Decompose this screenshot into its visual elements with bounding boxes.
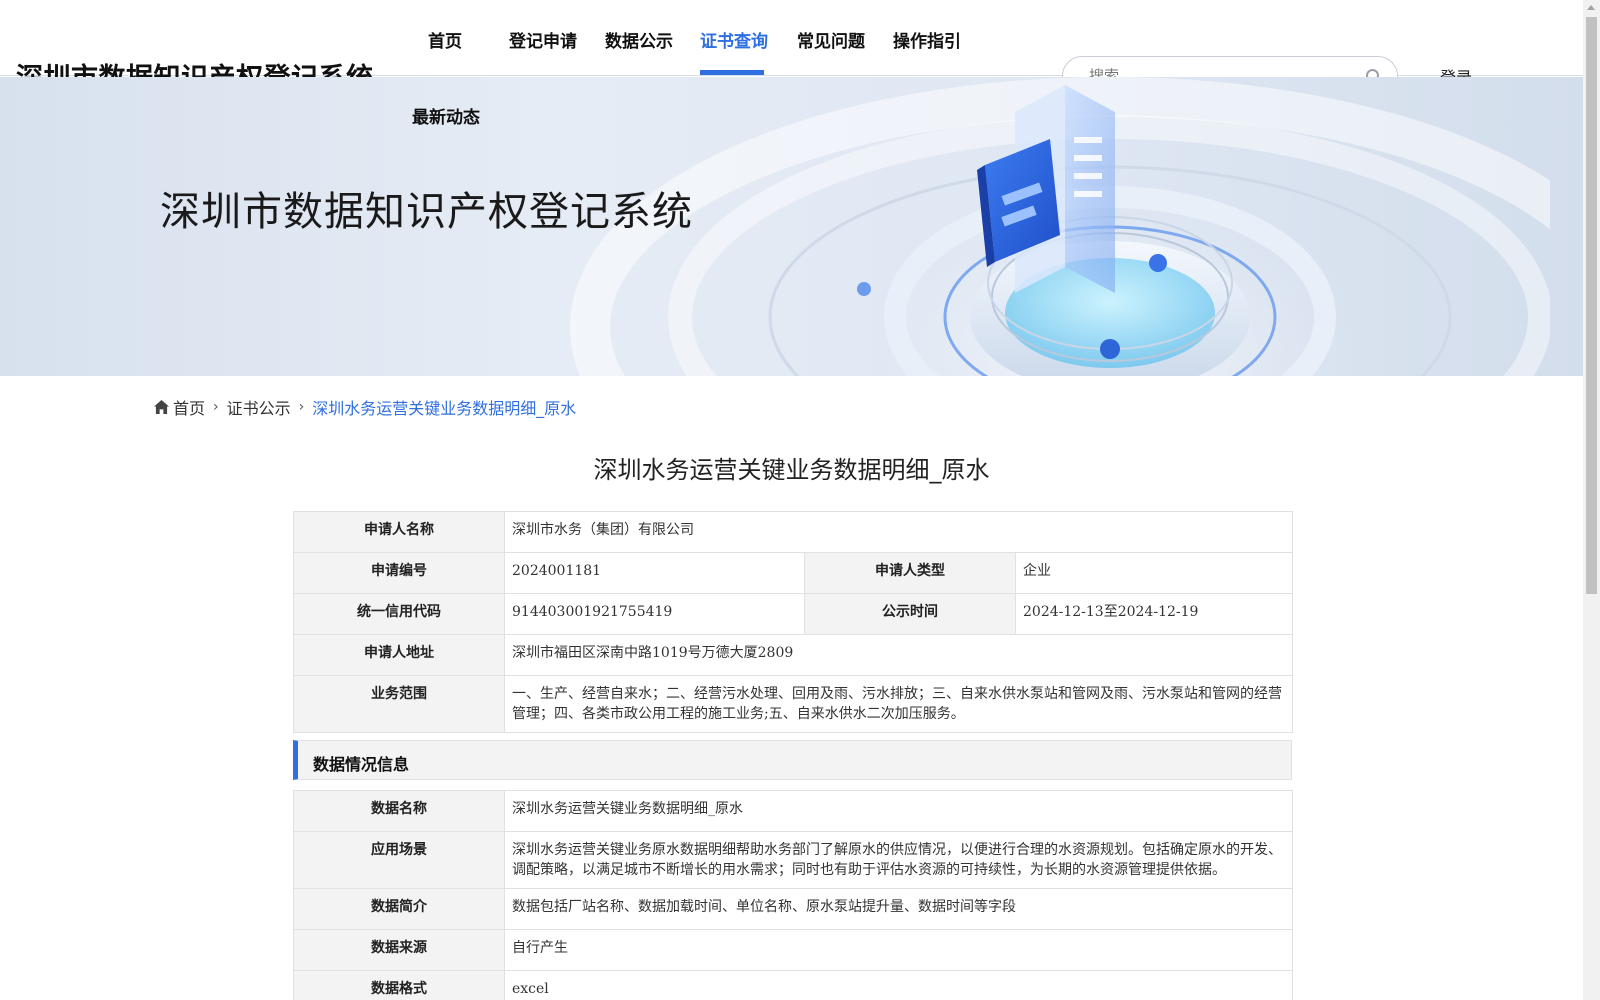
page-scrollbar[interactable]	[1583, 0, 1600, 1000]
data-name-value: 深圳水务运营关键业务数据明细_原水	[504, 790, 1293, 832]
application-number-label: 申请编号	[293, 552, 505, 594]
application-scenario-value: 深圳水务运营关键业务原水数据明细帮助水务部门了解原水的供应情况，以便进行合理的水…	[504, 831, 1293, 889]
page-title: 深圳水务运营关键业务数据明细_原水	[593, 456, 990, 484]
data-format-value: excel	[504, 970, 1293, 1000]
table-row: 数据来源 自行产生	[293, 929, 1293, 971]
nav-news[interactable]: 最新动态	[412, 103, 480, 128]
scroll-up-arrow-icon[interactable]	[1587, 5, 1595, 10]
table-row: 业务范围 一、生产、经营自来水；二、经营污水处理、回用及雨、污水排放；三、自来水…	[293, 675, 1294, 733]
data-format-label: 数据格式	[293, 970, 505, 1000]
breadcrumb-home[interactable]: 首页	[173, 395, 205, 419]
data-summary-label: 数据简介	[293, 888, 505, 930]
breadcrumb-certificate-publicity[interactable]: 证书公示	[227, 395, 291, 419]
table-row: 申请人地址 深圳市福田区深南中路1019号万德大厦2809	[293, 634, 1294, 676]
hero-banner: 深圳市数据知识产权登记系统	[0, 77, 1583, 376]
applicant-type-label: 申请人类型	[804, 552, 1016, 594]
credit-code-value: 914403001921755419	[504, 593, 805, 635]
application-number-value: 2024001181	[504, 552, 805, 594]
application-scenario-label: 应用场景	[293, 831, 505, 889]
applicant-type-value: 企业	[1014, 552, 1294, 594]
breadcrumb: 首页 › 证书公示 › 深圳水务运营关键业务数据明细_原水	[154, 395, 576, 419]
data-info-table: 数据名称 深圳水务运营关键业务数据明细_原水 应用场景 深圳水务运营关键业务原水…	[293, 790, 1293, 1000]
nav-active-indicator	[700, 70, 764, 75]
data-source-value: 自行产生	[504, 929, 1293, 971]
business-scope-value: 一、生产、经营自来水；二、经营污水处理、回用及雨、污水排放；三、自来水供水泵站和…	[503, 675, 1294, 733]
chevron-right-icon: ›	[213, 399, 219, 415]
table-row: 应用场景 深圳水务运营关键业务原水数据明细帮助水务部门了解原水的供应情况，以便进…	[293, 831, 1293, 889]
table-row: 数据简介 数据包括厂站名称、数据加载时间、单位名称、原水泵站提升量、数据时间等字…	[293, 888, 1293, 930]
publicity-period-value: 2024-12-13至2024-12-19	[1014, 593, 1294, 635]
applicant-address-label: 申请人地址	[293, 634, 505, 676]
section-title: 数据情况信息	[313, 755, 410, 774]
chevron-right-icon: ›	[298, 399, 305, 415]
nav-faq[interactable]: 常见问题	[797, 27, 865, 52]
credit-code-label: 统一信用代码	[293, 593, 505, 635]
nav-home[interactable]: 首页	[428, 27, 462, 52]
scrollbar-thumb[interactable]	[1586, 17, 1597, 594]
nav-guide[interactable]: 操作指引	[893, 27, 961, 52]
breadcrumb-current[interactable]: 深圳水务运营关键业务数据明细_原水	[312, 395, 576, 419]
publicity-period-label: 公示时间	[804, 593, 1016, 635]
table-row: 申请编号 2024001181 申请人类型 企业	[293, 552, 1294, 594]
data-info-section-header: 数据情况信息	[293, 740, 1292, 780]
table-row: 数据名称 深圳水务运营关键业务数据明细_原水	[293, 790, 1293, 832]
data-source-label: 数据来源	[293, 929, 505, 971]
data-name-label: 数据名称	[293, 790, 505, 832]
home-icon[interactable]	[154, 400, 169, 414]
banner-title: 深圳市数据知识产权登记系统	[160, 189, 693, 235]
table-row: 申请人名称 深圳市水务（集团）有限公司	[293, 511, 1294, 553]
nav-certificate-query[interactable]: 证书查询	[700, 27, 768, 52]
business-scope-label: 业务范围	[293, 675, 505, 733]
table-row: 统一信用代码 914403001921755419 公示时间 2024-12-1…	[293, 593, 1294, 635]
nav-registration-apply[interactable]: 登记申请	[509, 27, 577, 52]
applicant-address-value: 深圳市福田区深南中路1019号万德大厦2809	[503, 634, 1294, 676]
data-summary-value: 数据包括厂站名称、数据加载时间、单位名称、原水泵站提升量、数据时间等字段	[504, 888, 1293, 930]
nav-data-publicity[interactable]: 数据公示	[605, 27, 673, 52]
table-row: 数据格式 excel	[293, 970, 1293, 1000]
applicant-name-value: 深圳市水务（集团）有限公司	[503, 511, 1294, 553]
applicant-name-label: 申请人名称	[293, 511, 505, 553]
applicant-info-table: 申请人名称 深圳市水务（集团）有限公司 申请编号 2024001181 申请人类…	[293, 511, 1294, 733]
